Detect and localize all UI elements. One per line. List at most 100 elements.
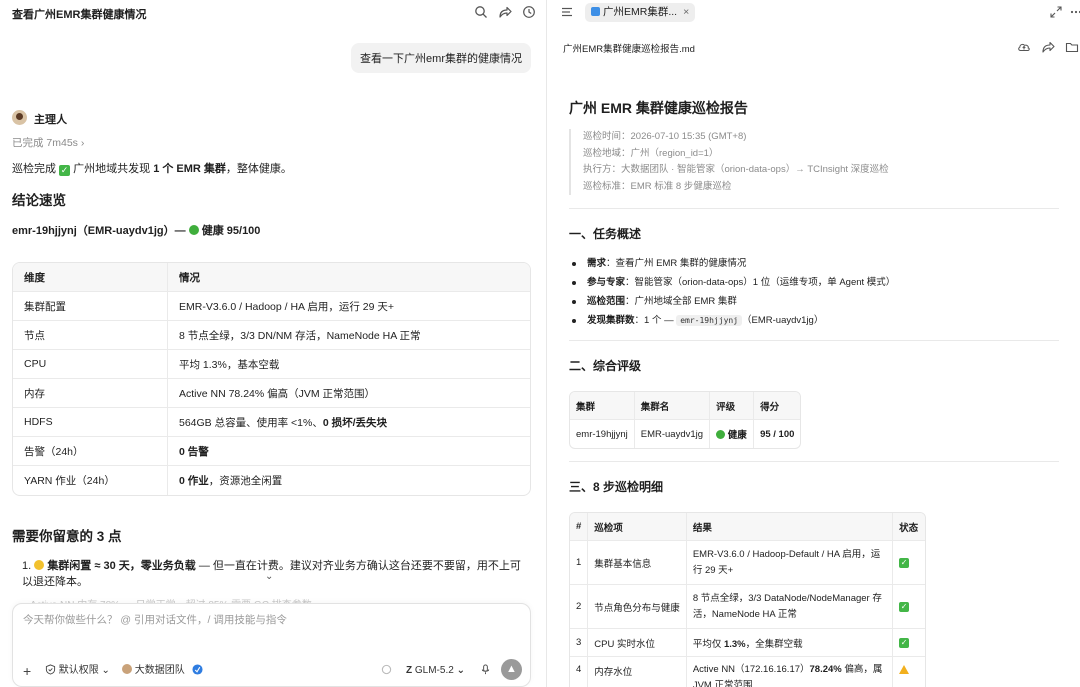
col-header-dimension: 维度 (13, 263, 168, 292)
check-icon: ✓ (899, 602, 910, 612)
model-logo-icon: Z (406, 665, 413, 676)
table-header-row: # 巡检项 结果 状态 (570, 513, 925, 541)
upload-icon[interactable] (1017, 40, 1031, 54)
chat-title: 查看广州EMR集群健康情况 (12, 9, 147, 21)
col-header: 集群名 (634, 392, 711, 420)
attention-heading: 需要你留意的 3 点 (12, 529, 122, 544)
col-header: # (570, 513, 589, 541)
meta-line: 巡检标准：EMR 标准 8 步健康巡检 (583, 180, 732, 192)
shield-check-icon (45, 664, 56, 675)
message-input[interactable] (23, 614, 513, 626)
agent-name: 主理人 (34, 114, 67, 126)
search-icon[interactable] (474, 5, 488, 19)
summary-post: ，整体健康。 (225, 163, 292, 175)
green-status-icon (716, 430, 726, 439)
expand-icon[interactable] (1049, 5, 1063, 19)
cell-text: 平均 1.3%，基本空载 (168, 350, 530, 379)
summary-pre: 巡检完成 (12, 163, 56, 175)
team-avatar (122, 664, 132, 674)
scroll-down-chevron-icon[interactable]: ⌄ (265, 571, 273, 582)
table-row: 告警（24h） 0 告警 (13, 437, 530, 466)
avatar (12, 110, 27, 125)
cell-dim: 集群配置 (13, 292, 168, 321)
app-logo-icon (192, 664, 203, 678)
history-icon[interactable] (522, 5, 536, 19)
summary-mid: 广州地域共发现 (73, 163, 151, 175)
health-score: 健康 95/100 (201, 225, 261, 237)
document-title: 广州 EMR 集群健康巡检报告 (569, 100, 748, 116)
completion-status-text: 已完成 7m45s (12, 137, 78, 149)
meta-line: 巡检时间：2026-07-10 15:35 (GMT+8) (583, 131, 747, 142)
table-row: CPU 平均 1.3%，基本空载 (13, 350, 530, 379)
share-doc-icon[interactable] (1041, 40, 1055, 54)
table-row: 3 CPU 实时水位 平均仅 1.3%，全集群空载 ✓ (570, 629, 925, 657)
permission-selector[interactable]: 默认权限 ⌄ (45, 664, 110, 678)
col-header: 巡检项 (588, 513, 687, 541)
table-row: 1 集群基本信息 EMR-V3.6.0 / Hadoop-Default / H… (570, 541, 925, 585)
loading-spinner-icon (381, 664, 392, 678)
divider (569, 340, 1059, 341)
add-attachment-icon[interactable]: + (23, 664, 31, 678)
completion-status[interactable]: 已完成 7m45s › (12, 135, 84, 150)
folder-icon[interactable] (1065, 40, 1079, 54)
meta-line: 巡检地域：广州（region_id=1） (583, 147, 719, 159)
cell: 1 (570, 541, 589, 585)
inline-code: emr-19hjjynj (676, 315, 743, 326)
cell-dim: 内存 (13, 379, 168, 408)
cell-text: 0 告警 (168, 437, 530, 466)
tab-label: 广州EMR集群... (603, 6, 678, 18)
cell-dim: YARN 作业（24h） (13, 466, 168, 495)
inspection-table: # 巡检项 结果 状态 1 集群基本信息 EMR-V3.6.0 / Hadoop… (569, 512, 926, 687)
table-row: 2 节点角色分布与健康 8 节点全绿，3/3 DataNode/NodeMana… (570, 585, 925, 629)
user-message: 查看一下广州emr集群的健康情况 (351, 43, 531, 73)
cell: 内存水位 (588, 657, 687, 687)
share-icon[interactable] (498, 5, 512, 19)
section1-heading: 一、任务概述 (569, 227, 642, 241)
table-header-row: 维度 情况 (13, 263, 530, 292)
divider (569, 461, 1059, 462)
cell: 3 (570, 629, 589, 657)
model-label: GLM-5.2 (414, 665, 454, 676)
table-row: 集群配置 EMR-V3.6.0 / Hadoop / HA 启用，运行 29 天… (13, 292, 530, 321)
table-row: emr-19hjjynj EMR-uaydv1jg 健康 95 / 100 (570, 420, 800, 448)
col-header: 状态 (893, 513, 925, 541)
meta-line: 执行方：大数据团队 · 智能管家（orion-data-ops）→ TCInsi… (583, 164, 889, 175)
table-row: 节点 8 节点全绿，3/3 DN/NM 存活，NameNode HA 正常 (13, 321, 530, 350)
send-button[interactable]: ▲ (501, 659, 522, 680)
more-icon[interactable] (1069, 5, 1080, 19)
cell: 2 (570, 585, 589, 629)
menu-icon[interactable] (560, 5, 574, 19)
list-item: 巡检范围：广州地域全部 EMR 集群 (571, 292, 895, 311)
model-selector[interactable]: Z GLM-5.2 ⌄ (406, 664, 465, 678)
close-icon[interactable]: × (683, 6, 689, 18)
chat-header: 查看广州EMR集群健康情况 (0, 0, 546, 28)
permission-label: 默认权限 (58, 665, 99, 676)
cell: CPU 实时水位 (588, 629, 687, 657)
team-selector[interactable]: 大数据团队 (122, 664, 185, 678)
cell-dim: CPU (13, 350, 168, 379)
warning-dot-icon (34, 560, 45, 570)
list-item: 需求：查看广州 EMR 集群的健康情况 (571, 254, 895, 273)
summary-bold: 1 个 EMR 集群 (153, 163, 226, 175)
cell: 健康 (710, 420, 755, 448)
summary-line: 巡检完成 ✓ 广州地域共发现 1 个 EMR 集群，整体健康。 (12, 160, 292, 176)
list-item: 参与专家：智能管家（orion-data-ops）1 位（运维专项，单 Agen… (571, 273, 895, 292)
table-header-row: 集群 集群名 评级 得分 (570, 392, 801, 420)
item-bold: 集群闲置 ≈ 30 天，零业务负载 (47, 560, 196, 572)
check-icon: ✓ (59, 165, 71, 176)
col-header: 结果 (686, 513, 894, 541)
cell-text: 564GB 总容量、使用率 <1%、0 损坏/丢失块 (168, 408, 530, 437)
cell-dim: 告警（24h） (13, 437, 168, 466)
col-header: 得分 (754, 392, 801, 420)
cell-dim: 节点 (13, 321, 168, 350)
cell-text: 0 作业，资源池全闲置 (179, 475, 283, 487)
cell: ✓ (893, 629, 925, 657)
file-tab[interactable]: 广州EMR集群... × (585, 3, 696, 22)
table-row: 4 内存水位 Active NN（172.16.16.17）78.24% 偏高，… (570, 657, 925, 687)
cell-text: EMR-V3.6.0 / Hadoop / HA 启用，运行 29 天+ (168, 292, 530, 321)
cell: 平均仅 1.3%，全集群空载 (686, 629, 894, 657)
divider (569, 208, 1059, 209)
cluster-id: emr-19hjjynj（EMR-uaydv1jg）— (12, 225, 186, 237)
cell: ✓ (893, 541, 925, 585)
microphone-icon[interactable] (480, 664, 491, 678)
